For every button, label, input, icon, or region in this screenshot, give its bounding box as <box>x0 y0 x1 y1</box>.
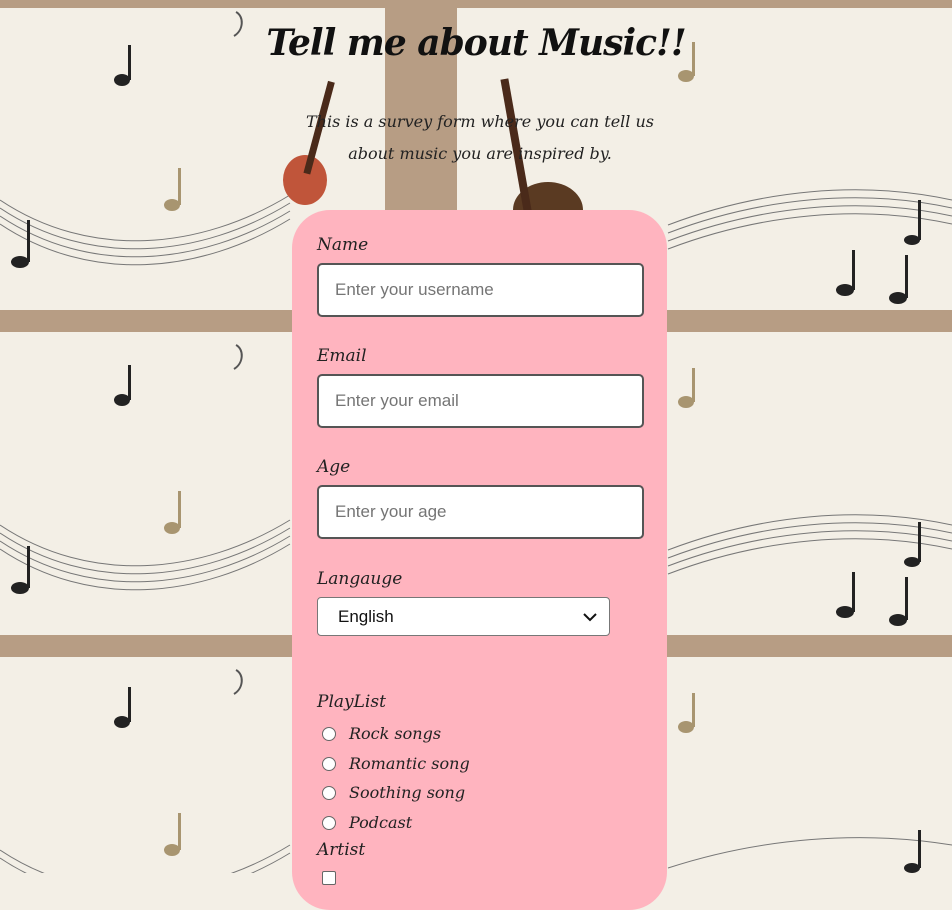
playlist-option-label: Podcast <box>349 813 413 832</box>
radio-button[interactable] <box>322 726 336 741</box>
radio-button[interactable] <box>322 756 336 771</box>
playlist-option-label: Soothing song <box>349 783 466 802</box>
playlist-option[interactable]: Podcast <box>322 813 412 832</box>
email-input[interactable] <box>317 374 644 428</box>
name-label: Name <box>317 235 369 255</box>
age-input[interactable] <box>317 485 644 539</box>
language-select[interactable]: English <box>317 597 610 636</box>
playlist-option-label: Rock songs <box>349 724 442 743</box>
artist-label: Artist <box>317 840 366 860</box>
age-label: Age <box>317 457 351 477</box>
playlist-option[interactable]: Rock songs <box>322 724 441 743</box>
page-description: This is a survey form where you can tell… <box>305 112 655 163</box>
radio-button[interactable] <box>322 785 336 800</box>
playlist-option-label: Romantic song <box>349 754 470 773</box>
playlist-option[interactable]: Romantic song <box>322 754 470 773</box>
email-label: Email <box>317 346 367 366</box>
playlist-label: PlayList <box>317 692 386 712</box>
language-label: Langauge <box>317 569 403 589</box>
chevron-down-icon <box>583 612 597 621</box>
page-title: Tell me about Music!! <box>266 22 686 64</box>
radio-button[interactable] <box>322 815 336 830</box>
artist-checkbox[interactable] <box>322 871 336 885</box>
playlist-option[interactable]: Soothing song <box>322 783 465 802</box>
survey-form: Name Email Age Langauge English PlayList… <box>292 210 667 910</box>
language-selected-value: English <box>338 606 394 626</box>
name-input[interactable] <box>317 263 644 317</box>
